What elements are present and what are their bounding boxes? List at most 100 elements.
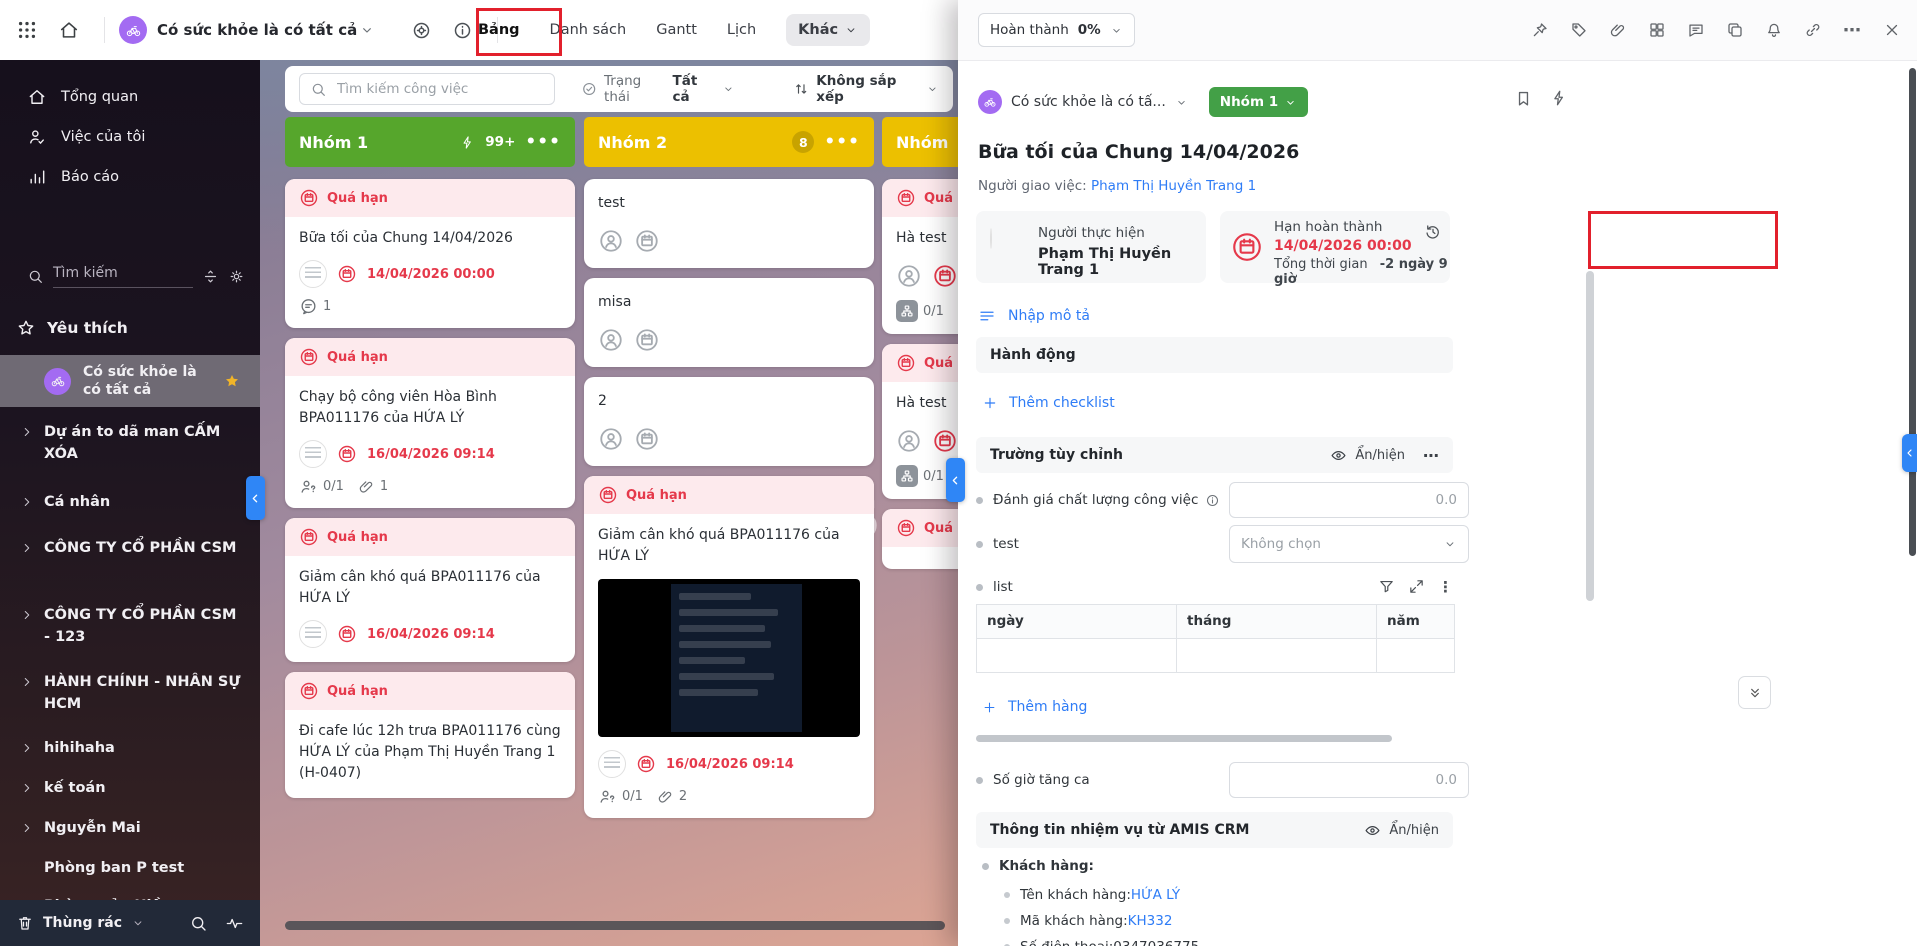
eye-icon[interactable] — [1364, 822, 1381, 839]
set-date-icon[interactable] — [634, 327, 660, 353]
test-select[interactable]: Không chọn — [1229, 525, 1469, 563]
tab-calendar[interactable]: Lịch — [727, 22, 756, 38]
assign-person-icon[interactable] — [598, 426, 624, 452]
quality-input[interactable]: 0.0 — [1229, 482, 1469, 518]
table-cell[interactable] — [977, 639, 1177, 672]
automation-bolt-icon[interactable] — [1550, 89, 1568, 107]
table-horizontal-scrollbar[interactable] — [976, 735, 1392, 742]
deadline-box[interactable]: Hạn hoàn thành 14/04/2026 00:00 Tổng thờ… — [1220, 211, 1450, 287]
hide-show-button[interactable]: Ẩn/hiện — [1355, 448, 1405, 463]
sidebar-collapse-handle[interactable] — [246, 476, 265, 520]
sort-control[interactable]: Không sắp xếp — [793, 73, 939, 105]
window-vertical-scrollbar[interactable] — [1909, 68, 1916, 556]
activity-pulse-icon[interactable] — [225, 914, 244, 933]
rail-collapse-handle[interactable] — [1902, 434, 1917, 472]
info-icon[interactable] — [1205, 493, 1220, 508]
expand-icon[interactable] — [1408, 578, 1425, 595]
trash-icon[interactable] — [16, 914, 34, 932]
task-card[interactable]: test — [584, 179, 874, 268]
progress-dropdown[interactable]: Hoàn thành 0% — [978, 13, 1135, 47]
task-card[interactable]: Quá hạn Hà test 0/1 — [882, 179, 958, 334]
task-card[interactable]: 2 — [584, 377, 874, 466]
workspace-avatar[interactable] — [119, 16, 147, 44]
task-card[interactable]: Quá hạn Giảm cân khó quá BPA011176 của H… — [285, 518, 575, 662]
task-card[interactable]: Quá hạn Giảm cân khó quá BPA011176 của H… — [584, 476, 874, 818]
hide-show-button[interactable]: Ẩn/hiện — [1389, 823, 1439, 838]
add-checklist-button[interactable]: Thêm checklist — [982, 395, 1115, 411]
column-header[interactable]: Nhóm 1 99+ ••• — [285, 117, 575, 167]
assign-person-icon[interactable] — [896, 263, 922, 289]
task-search-input[interactable] — [335, 80, 539, 98]
panel-collapse-handle[interactable] — [946, 458, 965, 502]
sidebar-project[interactable]: kế toán — [0, 778, 260, 800]
workspace-settings-icon[interactable] — [411, 20, 432, 41]
table-cell[interactable] — [1377, 639, 1454, 672]
list-field-table[interactable]: ngày tháng năm — [976, 604, 1455, 673]
gear-icon[interactable] — [228, 268, 245, 285]
status-filter[interactable]: Trạng thái Tất cả — [581, 73, 735, 105]
sidebar-item-favorite-project[interactable]: Có sức khỏe là có tất cả — [0, 355, 260, 407]
table-header[interactable]: tháng — [1177, 605, 1377, 638]
sidebar-item-reports[interactable]: Báo cáo — [0, 158, 260, 196]
history-icon[interactable] — [1424, 223, 1442, 241]
link-icon[interactable] — [1804, 21, 1822, 39]
crm-name-link[interactable]: HỨA LÝ — [1131, 887, 1180, 903]
eye-icon[interactable] — [1330, 447, 1347, 464]
set-date-icon[interactable] — [634, 426, 660, 452]
column-menu-icon[interactable]: ••• — [824, 134, 860, 151]
tab-more[interactable]: Khác — [786, 14, 871, 46]
table-cell[interactable] — [1177, 639, 1377, 672]
group-chip[interactable]: Nhóm 1 — [1208, 87, 1309, 117]
tab-list[interactable]: Danh sách — [550, 22, 627, 38]
set-date-icon[interactable] — [634, 228, 660, 254]
copy-icon[interactable] — [1726, 21, 1744, 39]
panel-vertical-scrollbar[interactable] — [1586, 271, 1594, 601]
search-icon[interactable] — [189, 914, 208, 933]
tab-board[interactable]: Bảng — [478, 22, 520, 38]
sidebar-item-overview[interactable]: Tổng quan — [0, 78, 260, 116]
favorite-star-icon[interactable] — [223, 372, 241, 390]
sidebar-item-my-tasks[interactable]: Việc của tôi — [0, 118, 260, 156]
scroll-down-button[interactable] — [1738, 676, 1771, 709]
kebab-icon[interactable]: ⋮ — [1438, 578, 1453, 596]
task-card[interactable]: Quá hạn — [882, 509, 958, 569]
sidebar-project[interactable]: Dự án to dã man CẤM XÓA — [0, 422, 260, 466]
table-header[interactable]: ngày — [977, 605, 1177, 638]
sidebar-project[interactable]: hihihaha — [0, 738, 260, 760]
task-card[interactable]: misa — [584, 278, 874, 367]
sidebar-search[interactable]: Tìm kiếm — [27, 265, 245, 288]
attachment-icon[interactable] — [1609, 21, 1627, 39]
favorites-header[interactable]: Yêu thích — [16, 318, 128, 338]
home-icon[interactable] — [58, 19, 80, 41]
more-icon[interactable]: ⋯ — [1843, 20, 1862, 41]
task-search[interactable] — [299, 73, 555, 105]
add-row-button[interactable]: Thêm hàng — [982, 699, 1087, 715]
trash-label[interactable]: Thùng rác — [43, 915, 122, 931]
sidebar-project[interactable]: Nguyễn Mai — [0, 818, 260, 840]
executor-box[interactable]: Người thực hiện Phạm Thị Huyền Trang 1 — [976, 211, 1206, 283]
task-card[interactable]: Quá hạn Đi cafe lúc 12h trưa BPA011176 c… — [285, 672, 575, 798]
column-menu-icon[interactable]: ••• — [525, 134, 561, 151]
column-header[interactable]: Nhóm 2 8 ••• — [584, 117, 874, 167]
breadcrumb[interactable]: Có sức khỏe là có tấ... — [1011, 94, 1166, 110]
sidebar-project[interactable]: CÔNG TY CỔ PHẦN CSM — [0, 538, 260, 560]
more-icon[interactable]: ⋯ — [1423, 446, 1439, 465]
table-header[interactable]: năm — [1377, 605, 1454, 638]
tab-gantt[interactable]: Gantt — [656, 22, 697, 38]
task-card[interactable]: Quá hạn Chạy bộ công viên Hòa Bình BPA01… — [285, 338, 575, 508]
app-launcher-icon[interactable] — [16, 19, 38, 41]
crm-code-link[interactable]: KH332 — [1128, 913, 1173, 929]
board-horizontal-scrollbar[interactable] — [285, 921, 945, 930]
bell-icon[interactable] — [1765, 21, 1783, 39]
pin-icon[interactable] — [1531, 21, 1549, 39]
sidebar-project[interactable]: Cá nhân — [0, 492, 260, 514]
chat-icon[interactable] — [1687, 21, 1705, 39]
assign-person-icon[interactable] — [598, 327, 624, 353]
info-icon[interactable] — [452, 20, 473, 41]
add-description[interactable]: Nhập mô tả — [978, 307, 1090, 325]
assign-person-icon[interactable] — [896, 428, 922, 454]
tag-icon[interactable] — [1570, 21, 1588, 39]
close-icon[interactable] — [1883, 21, 1901, 39]
bookmark-icon[interactable] — [1514, 89, 1533, 108]
grid-icon[interactable] — [1648, 21, 1666, 39]
